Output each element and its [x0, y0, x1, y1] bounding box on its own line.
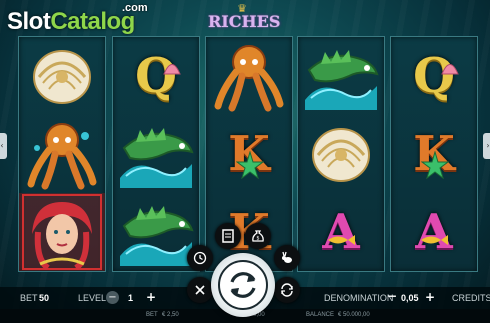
- right-side-tab[interactable]: ›: [483, 133, 490, 159]
- shell-symbol: [298, 115, 384, 193]
- left-side-tab[interactable]: ‹: [0, 133, 7, 159]
- level-minus-button[interactable]: −: [106, 291, 119, 304]
- sea-dragon-icon: [120, 128, 194, 188]
- pink-shell-icon: [163, 64, 181, 75]
- a-letter: A: [415, 204, 453, 260]
- reset-button[interactable]: [274, 277, 300, 303]
- shell-icon: [312, 128, 370, 182]
- sea-dragon-symbol: [113, 115, 199, 193]
- svg-text:$: $: [256, 236, 259, 242]
- octopus-icon: [27, 123, 97, 190]
- q-symbol: Q: [113, 37, 199, 115]
- reel-4: A: [297, 36, 385, 272]
- game-logo: ♛ RICHES: [208, 3, 281, 40]
- money-bag-icon: $: [252, 230, 264, 242]
- k-symbol: K: [206, 115, 292, 193]
- starfish-icon: [421, 151, 449, 179]
- reel-2: Q: [112, 36, 200, 272]
- pink-shell-icon: [441, 64, 459, 75]
- refresh-icon: [281, 283, 293, 297]
- sea-dragon-icon: [305, 50, 379, 110]
- mermaid-icon: [22, 194, 102, 270]
- sea-dragon-symbol: [298, 37, 384, 115]
- spin-arrows-icon: [230, 272, 256, 298]
- bet-value: 50: [39, 293, 50, 303]
- denomination-plus-button[interactable]: +: [425, 290, 435, 304]
- close-button[interactable]: [187, 277, 213, 303]
- game-logo-name: RICHES: [208, 12, 281, 31]
- denomination-value: 0,05: [401, 293, 419, 303]
- shell-icon: [33, 50, 91, 104]
- reel-1: [18, 36, 106, 272]
- rabbit-icon: [282, 251, 292, 263]
- shell-symbol: [19, 37, 105, 115]
- bet-settings-button[interactable]: $: [245, 223, 271, 249]
- denomination-minus-button[interactable]: −: [387, 289, 397, 303]
- octopus-symbol: [19, 115, 105, 193]
- q-symbol: Q: [391, 37, 477, 115]
- fish-icon: [328, 235, 355, 245]
- a-symbol: A: [298, 193, 384, 271]
- level-value: 1: [128, 293, 134, 303]
- paytable-button[interactable]: [215, 223, 241, 249]
- autoplay-button[interactable]: [187, 245, 213, 271]
- clock-icon: [193, 251, 207, 265]
- bet-label: BET: [20, 293, 38, 303]
- close-icon: [195, 285, 205, 295]
- octopus-icon: [214, 45, 284, 112]
- spin-button[interactable]: [211, 253, 275, 317]
- reel-5: Q K A: [390, 36, 478, 272]
- starfish-icon: [236, 151, 264, 179]
- k-symbol: K: [391, 115, 477, 193]
- status-bet-value: € 2,50: [162, 312, 179, 318]
- octopus-symbol: [206, 37, 292, 115]
- status-balance-label: BALANCE: [306, 312, 335, 318]
- slotcatalog-watermark: Slot Catalog .com: [7, 2, 148, 36]
- level-plus-button[interactable]: +: [146, 290, 156, 304]
- fish-icon: [421, 235, 448, 245]
- document-icon: [222, 229, 234, 243]
- turbo-button[interactable]: [274, 245, 300, 271]
- a-symbol: A: [391, 193, 477, 271]
- watermark-com: .com: [122, 2, 148, 14]
- watermark-slot: Slot: [7, 8, 51, 35]
- status-bet-label: BET: [146, 312, 158, 318]
- sea-dragon-icon: [120, 206, 194, 266]
- status-balance-value: € 50.000,00: [338, 312, 370, 318]
- credits-label: CREDITS: [452, 293, 490, 303]
- a-letter: A: [322, 204, 360, 260]
- mermaid-symbol: [19, 193, 105, 271]
- level-label: LEVEL: [78, 293, 107, 303]
- denomination-label: DENOMINATION: [324, 293, 394, 303]
